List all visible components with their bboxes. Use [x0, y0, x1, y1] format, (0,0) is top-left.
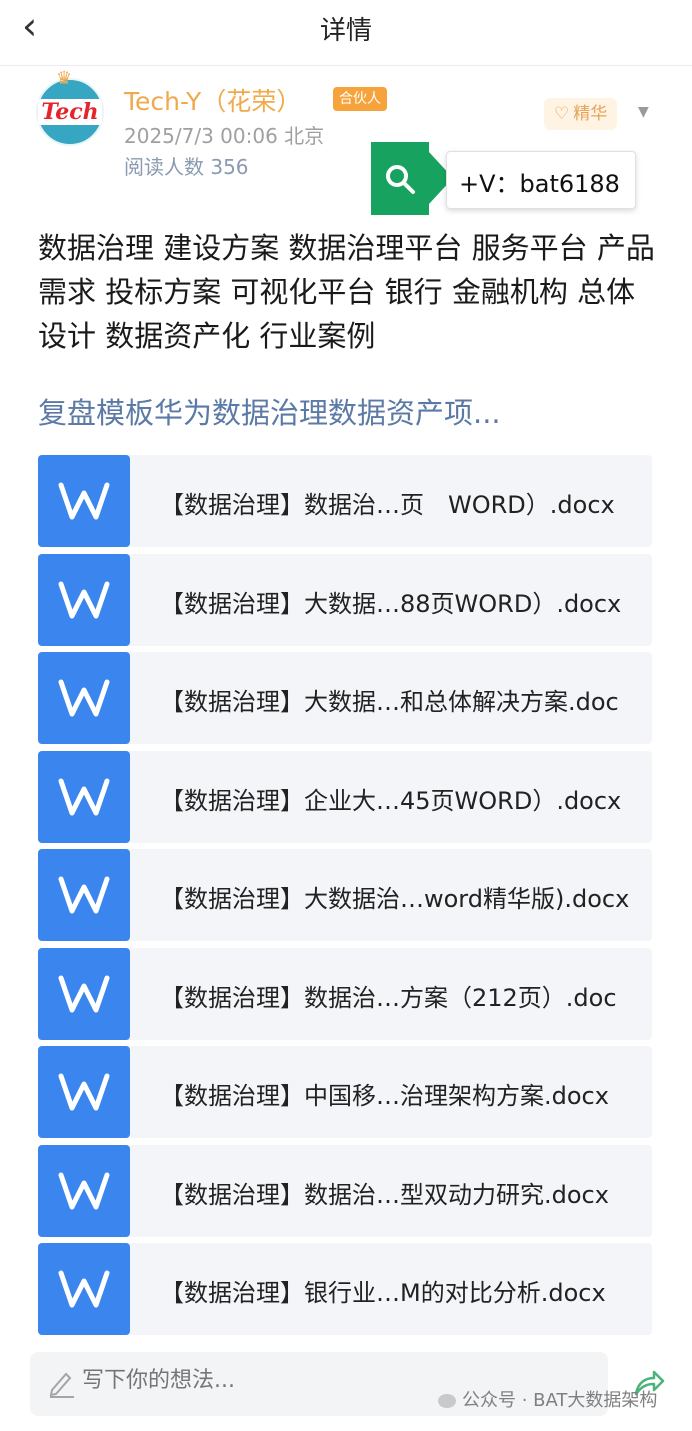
page-title: 详情 [319, 16, 372, 46]
file-item[interactable]: 【数据治理】大数据…88页WORD）.docx [38, 554, 652, 646]
watermark-text: 公众号 · BAT大数据架构 [462, 1390, 658, 1411]
file-item[interactable]: 【数据治理】数据治…型双动力研究.docx [38, 1145, 652, 1237]
file-item[interactable]: 【数据治理】银行业…M的对比分析.docx [38, 1243, 652, 1335]
file-item[interactable]: 【数据治理】大数据治…word精华版).docx [38, 849, 652, 941]
watermark: 公众号 · BAT大数据架构 [438, 1386, 657, 1412]
featured-badge: ♡ 精华 [544, 98, 618, 130]
file-name: 【数据治理】数据治…方案（212页）.doc [160, 984, 617, 1012]
word-file-icon [38, 751, 130, 843]
search-icon [371, 142, 453, 215]
word-file-icon [38, 849, 130, 941]
word-file-icon [38, 652, 130, 744]
file-name: 【数据治理】银行业…M的对比分析.docx [160, 1279, 606, 1307]
wechat-contact-text: +V：bat6188 [459, 170, 620, 198]
post-tags: 数据治理 建设方案 数据治理平台 服务平台 产品需求 投标方案 可视化平台 银行… [38, 231, 655, 353]
file-item[interactable]: 【数据治理】数据治…页 WORD）.docx [38, 455, 652, 547]
featured-label: 精华 [573, 104, 608, 124]
diamond-icon: ♡ [554, 104, 570, 124]
file-name: 【数据治理】中国移…治理架构方案.docx [160, 1082, 609, 1110]
file-item[interactable]: 【数据治理】大数据…和总体解决方案.doc [38, 652, 652, 744]
top-bar: ‹ 详情 [0, 0, 692, 66]
word-file-icon [38, 1046, 130, 1138]
avatar-logo-text: Tech [38, 99, 102, 125]
post-meta: 2025/7/3 00:06 北京 [124, 124, 325, 148]
wechat-contact-box: +V：bat6188 [446, 151, 636, 209]
word-file-icon [38, 948, 130, 1040]
crown-icon: ♛ [56, 68, 73, 89]
read-count: 阅读人数 356 [124, 155, 249, 179]
author-name[interactable]: Tech-Y（花荣） [124, 82, 301, 118]
avatar[interactable]: ♛ Tech [36, 68, 104, 146]
file-name: 【数据治理】企业大…45页WORD）.docx [160, 787, 622, 815]
document-title-link[interactable]: 复盘模板华为数据治理数据资产项... [38, 390, 501, 432]
partner-badge: 合伙人 [333, 87, 387, 111]
word-file-icon [38, 1243, 130, 1335]
pencil-icon [49, 1372, 74, 1398]
file-name: 【数据治理】数据治…页 WORD）.docx [160, 491, 615, 519]
word-file-icon [38, 455, 130, 547]
file-item[interactable]: 【数据治理】中国移…治理架构方案.docx [38, 1046, 652, 1138]
file-item[interactable]: 【数据治理】企业大…45页WORD）.docx [38, 751, 652, 843]
file-name: 【数据治理】大数据治…word精华版).docx [160, 885, 630, 913]
file-name: 【数据治理】数据治…型双动力研究.docx [160, 1181, 609, 1209]
file-item[interactable]: 【数据治理】数据治…方案（212页）.doc [38, 948, 652, 1040]
wechat-icon [438, 1394, 456, 1408]
chevron-down-icon[interactable]: ▼ [638, 104, 649, 120]
file-name: 【数据治理】大数据…和总体解决方案.doc [160, 688, 619, 716]
comment-input[interactable] [82, 1368, 482, 1393]
file-name: 【数据治理】大数据…88页WORD）.docx [160, 590, 622, 618]
word-file-icon [38, 554, 130, 646]
word-file-icon [38, 1145, 130, 1237]
